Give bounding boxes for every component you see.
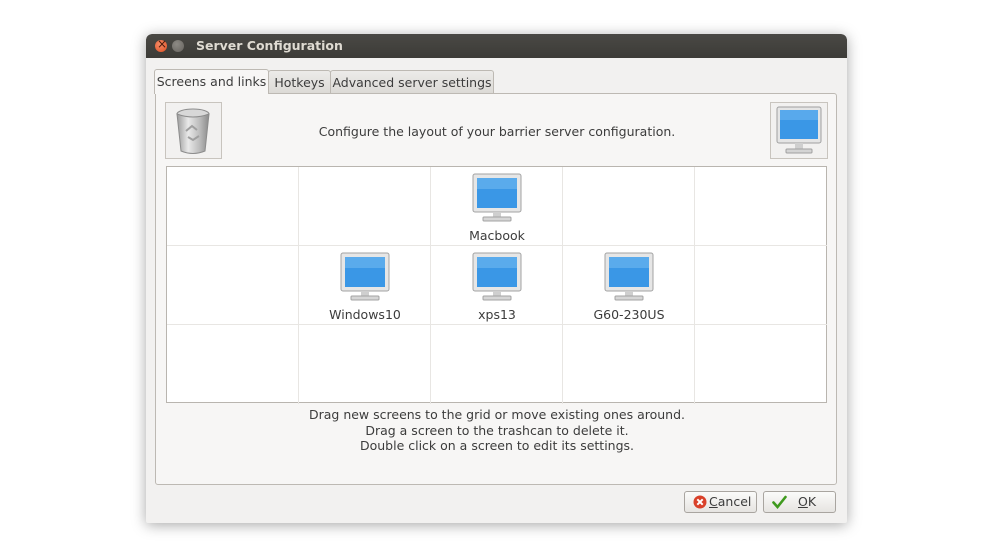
screen-layout-grid[interactable]: Macbook Windows10 xps13 G60-230US bbox=[166, 166, 827, 404]
help-line-2: Drag a screen to the trashcan to delete … bbox=[365, 422, 629, 438]
monitor-icon bbox=[776, 106, 822, 154]
grid-cell[interactable] bbox=[167, 167, 299, 246]
screen-xps13[interactable]: xps13 bbox=[431, 246, 563, 325]
screen-name-label: Windows10 bbox=[329, 307, 401, 322]
cancel-icon bbox=[693, 495, 707, 509]
tab-hotkeys[interactable]: Hotkeys bbox=[268, 70, 331, 93]
monitor-icon bbox=[340, 252, 390, 301]
new-screen-source[interactable] bbox=[770, 102, 828, 159]
server-configuration-window: Server Configuration Screens and links H… bbox=[146, 34, 847, 523]
layout-description: Configure the layout of your barrier ser… bbox=[318, 124, 676, 139]
screen-name-label: Macbook bbox=[469, 228, 525, 243]
screen-macbook[interactable]: Macbook bbox=[431, 167, 563, 246]
grid-cell[interactable] bbox=[167, 325, 299, 404]
ok-label: OK bbox=[798, 494, 817, 509]
grid-cell[interactable] bbox=[695, 246, 827, 325]
tab-screens-and-links[interactable]: Screens and links bbox=[154, 69, 269, 94]
cancel-button[interactable]: Cancel bbox=[684, 491, 757, 513]
cancel-label: Cancel bbox=[709, 494, 752, 509]
grid-cell[interactable] bbox=[695, 167, 827, 246]
monitor-icon bbox=[472, 173, 522, 222]
window-title: Server Configuration bbox=[196, 38, 343, 53]
tab-advanced-server-settings[interactable]: Advanced server settings bbox=[330, 70, 494, 93]
minimize-window-button[interactable] bbox=[172, 40, 184, 52]
screens-and-links-panel: Configure the layout of your barrier ser… bbox=[155, 93, 837, 485]
grid-cell[interactable] bbox=[299, 325, 431, 404]
screen-g60-230us[interactable]: G60-230US bbox=[563, 246, 695, 325]
grid-cell[interactable] bbox=[431, 325, 563, 404]
grid-cell[interactable] bbox=[167, 246, 299, 325]
grid-cell[interactable] bbox=[299, 167, 431, 246]
screen-windows10[interactable]: Windows10 bbox=[299, 246, 431, 325]
grid-cell[interactable] bbox=[563, 167, 695, 246]
help-text: Drag new screens to the grid or move exi… bbox=[156, 407, 838, 454]
ok-button[interactable]: OK bbox=[763, 491, 836, 513]
grid-cell[interactable] bbox=[695, 325, 827, 404]
monitor-icon bbox=[604, 252, 654, 301]
close-window-button[interactable] bbox=[155, 37, 167, 52]
screen-name-label: xps13 bbox=[478, 307, 516, 322]
help-line-3: Double click on a screen to edit its set… bbox=[359, 438, 635, 453]
screen-name-label: G60-230US bbox=[593, 307, 665, 322]
checkmark-icon bbox=[772, 495, 787, 509]
grid-cell[interactable] bbox=[563, 325, 695, 404]
title-bar[interactable]: Server Configuration bbox=[146, 34, 847, 58]
monitor-icon bbox=[472, 252, 522, 301]
help-line-1: Drag new screens to the grid or move exi… bbox=[308, 407, 686, 422]
